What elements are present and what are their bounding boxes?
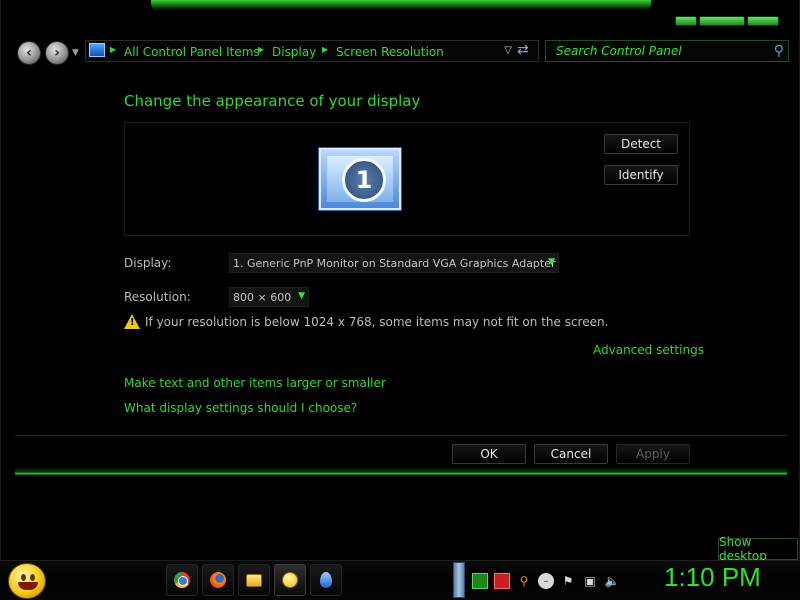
breadcrumb-display[interactable]: Display [272, 45, 316, 59]
arrow-left-icon: ‹ [26, 45, 32, 61]
apply-button: Apply [616, 444, 690, 464]
caption-buttons [675, 14, 779, 28]
maximize-button[interactable] [699, 16, 745, 26]
system-tray: ⚲ – ⚑ ▣ 🔈 [472, 572, 620, 590]
warning-icon-mark: ! [130, 317, 135, 328]
taskbar-app[interactable] [310, 564, 342, 596]
arrow-right-icon: › [54, 45, 60, 61]
network-icon[interactable]: ▣ [582, 573, 598, 589]
status-tray-icon[interactable]: – [538, 573, 554, 589]
advanced-settings-link[interactable]: Advanced settings [593, 343, 704, 357]
taskbar-explorer[interactable] [238, 564, 270, 596]
green-app-tray-icon[interactable] [472, 573, 488, 589]
minimize-button[interactable] [675, 16, 697, 26]
navigation-bar: ‹ › ▼ ▶ All Control Panel Items ▶ Displa… [15, 38, 789, 66]
folder-icon [246, 573, 262, 587]
monitor-screen: 1 [327, 156, 393, 202]
identify-button[interactable]: Identify [604, 165, 678, 185]
text-size-link[interactable]: Make text and other items larger or smal… [124, 376, 386, 390]
taskbar-clock[interactable]: 1:10 PM [664, 562, 761, 593]
red-app-tray-icon[interactable] [494, 573, 510, 589]
taskbar-pinned-apps [166, 564, 342, 596]
display-preview-panel: 1 Detect Identify [124, 122, 690, 236]
page-title: Change the appearance of your display [124, 92, 421, 110]
resolution-warning: If your resolution is below 1024 x 768, … [145, 315, 609, 329]
resolution-select-value: 800 × 600 [233, 291, 292, 304]
display-help-link[interactable]: What display settings should I choose? [124, 401, 357, 415]
search-placeholder: Search Control Panel [556, 44, 682, 58]
taskbar-firefox[interactable] [202, 564, 234, 596]
search-tray-icon[interactable]: ⚲ [516, 573, 532, 589]
back-button[interactable]: ‹ [17, 41, 41, 65]
search-input[interactable]: Search Control Panel ⚲ [545, 40, 789, 62]
breadcrumb-all-control-panel-items[interactable]: All Control Panel Items [124, 45, 260, 59]
chevron-down-icon: ▼ [298, 291, 305, 301]
breadcrumb-separator-icon[interactable]: ▶ [322, 45, 328, 54]
breadcrumb-separator-icon[interactable]: ▶ [258, 45, 264, 54]
monitor-number: 1 [342, 158, 386, 202]
taskbar-messenger[interactable] [274, 564, 306, 596]
cancel-button[interactable]: Cancel [534, 444, 608, 464]
smiley-icon [282, 572, 298, 588]
display-select[interactable]: 1. Generic PnP Monitor on Standard VGA G… [229, 253, 559, 273]
action-center-flag-icon[interactable]: ⚑ [560, 573, 576, 589]
dialog-footer: OK Cancel Apply [15, 435, 787, 475]
detect-button[interactable]: Detect [604, 134, 678, 154]
display-label: Display: [124, 256, 172, 270]
display-select-value: 1. Generic PnP Monitor on Standard VGA G… [233, 257, 556, 270]
tray-overflow-scroller[interactable] [453, 562, 465, 598]
control-panel-window: ‹ › ▼ ▶ All Control Panel Items ▶ Displa… [0, 0, 800, 560]
start-button[interactable] [8, 563, 46, 599]
show-desktop-button[interactable]: Show desktop [718, 535, 798, 563]
control-panel-icon [89, 43, 105, 57]
droplet-icon [320, 572, 332, 588]
chevron-down-icon: ▼ [548, 257, 555, 267]
ok-button[interactable]: OK [452, 444, 526, 464]
start-orb-eye [21, 574, 26, 581]
resolution-label: Resolution: [124, 290, 191, 304]
breadcrumb-separator-icon[interactable]: ▶ [110, 45, 116, 54]
start-orb-eye [30, 574, 35, 581]
taskbar-chrome[interactable] [166, 564, 198, 596]
address-dropdown-icon[interactable]: ▽ [504, 45, 512, 56]
volume-icon[interactable]: 🔈 [604, 573, 620, 589]
forward-button[interactable]: › [45, 41, 69, 65]
monitor-1-icon[interactable]: 1 [319, 148, 401, 210]
resolution-select[interactable]: 800 × 600 ▼ [229, 287, 309, 307]
search-icon[interactable]: ⚲ [774, 43, 784, 59]
breadcrumb-screen-resolution[interactable]: Screen Resolution [336, 45, 444, 59]
firefox-icon [210, 572, 226, 588]
recent-pages-dropdown[interactable]: ▼ [72, 48, 79, 58]
window-top-glow [151, 0, 651, 10]
address-bar[interactable]: ▶ All Control Panel Items ▶ Display ▶ Sc… [85, 40, 539, 62]
chrome-icon [174, 572, 190, 588]
close-button[interactable] [747, 16, 779, 26]
